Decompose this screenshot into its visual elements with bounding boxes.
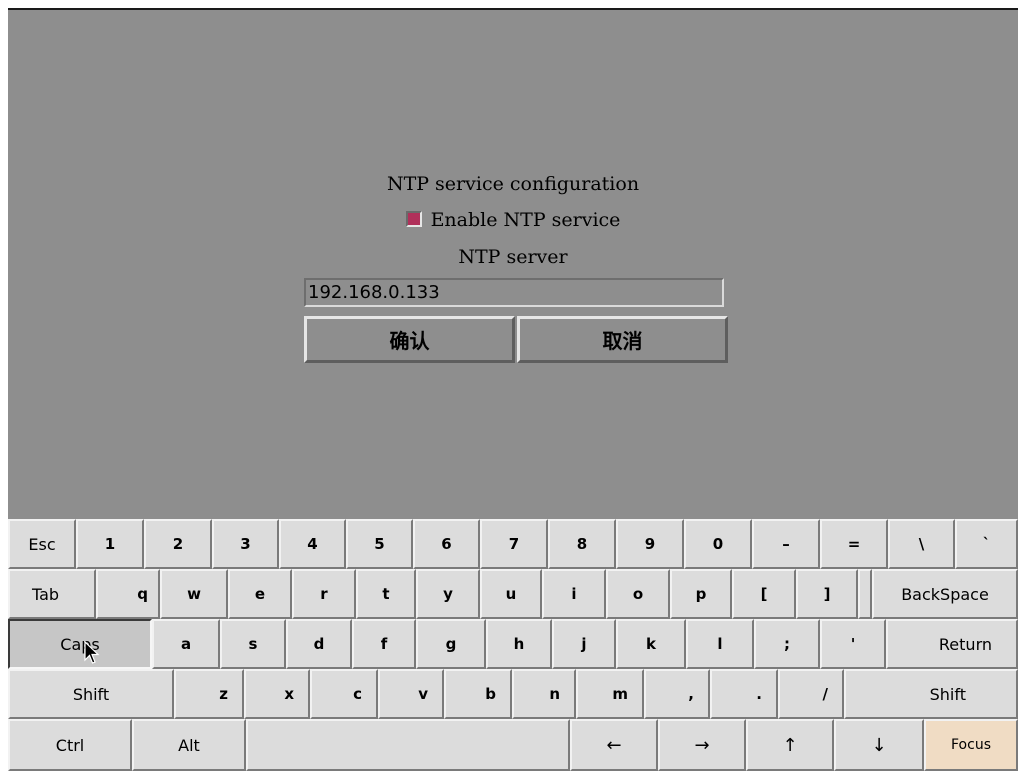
key-p[interactable]: p (670, 569, 732, 619)
key-n[interactable]: n (512, 669, 576, 719)
ntp-server-input[interactable]: 192.168.0.133 (304, 278, 724, 307)
key-q[interactable]: q (96, 569, 160, 619)
key-c[interactable]: c (310, 669, 378, 719)
key-w[interactable]: w (160, 569, 228, 619)
key-x[interactable]: x (244, 669, 310, 719)
cancel-button[interactable]: 取消 (517, 316, 728, 363)
key-d[interactable]: d (286, 619, 352, 669)
key-j[interactable]: j (552, 619, 616, 669)
key-caps[interactable]: Caps (8, 619, 152, 669)
key-t[interactable]: t (356, 569, 416, 619)
key-esc[interactable]: Esc (8, 519, 76, 569)
key-s[interactable]: s (220, 619, 286, 669)
key-period[interactable]: . (710, 669, 778, 719)
on-screen-keyboard: Esc 1 2 3 4 5 6 7 8 9 0 – = \ ` Tab q w … (8, 519, 1018, 771)
mouse-pointer-icon (84, 641, 100, 664)
key-u[interactable]: u (480, 569, 542, 619)
key-quote[interactable]: ' (820, 619, 886, 669)
key-3[interactable]: 3 (212, 519, 279, 569)
key-arrow-right[interactable]: → (658, 719, 746, 771)
key-left-bracket[interactable]: [ (732, 569, 796, 619)
key-arrow-down[interactable]: ↓ (834, 719, 924, 771)
key-backspace[interactable]: BackSpace (872, 569, 1018, 619)
key-f[interactable]: f (352, 619, 416, 669)
key-comma[interactable]: , (644, 669, 710, 719)
key-o[interactable]: o (606, 569, 670, 619)
key-y[interactable]: y (416, 569, 480, 619)
key-backslash[interactable]: \ (888, 519, 955, 569)
key-z[interactable]: z (174, 669, 244, 719)
key-tab[interactable]: Tab (8, 569, 96, 619)
enable-ntp-checkbox[interactable] (405, 211, 422, 227)
key-1[interactable]: 1 (76, 519, 144, 569)
enable-ntp-label: Enable NTP service (430, 209, 621, 231)
key-e[interactable]: e (228, 569, 292, 619)
key-a[interactable]: a (152, 619, 220, 669)
key-backtick[interactable]: ` (955, 519, 1018, 569)
key-9[interactable]: 9 (616, 519, 684, 569)
key-5[interactable]: 5 (346, 519, 413, 569)
key-return[interactable]: Return (886, 619, 1018, 669)
key-minus[interactable]: – (752, 519, 820, 569)
key-shift-left[interactable]: Shift (8, 669, 174, 719)
desktop-area: NTP service configuration Enable NTP ser… (8, 10, 1018, 521)
confirm-button[interactable]: 确认 (304, 316, 515, 363)
key-right-bracket[interactable]: ] (796, 569, 858, 619)
key-arrow-left[interactable]: ← (570, 719, 658, 771)
screen: NTP service configuration Enable NTP ser… (8, 8, 1018, 771)
key-m[interactable]: m (576, 669, 644, 719)
enable-ntp-row[interactable]: Enable NTP service (8, 209, 1018, 231)
key-space[interactable] (246, 719, 570, 771)
key-focus[interactable]: Focus (924, 719, 1018, 771)
key-b[interactable]: b (444, 669, 512, 719)
key-4[interactable]: 4 (279, 519, 346, 569)
key-shift-right[interactable]: Shift (844, 669, 1018, 719)
key-l[interactable]: l (686, 619, 754, 669)
key-slash[interactable]: / (778, 669, 844, 719)
key-i[interactable]: i (542, 569, 606, 619)
key-spacer (858, 569, 872, 619)
key-h[interactable]: h (486, 619, 552, 669)
dialog-title: NTP service configuration (386, 173, 640, 195)
key-equals[interactable]: = (820, 519, 888, 569)
key-k[interactable]: k (616, 619, 686, 669)
key-g[interactable]: g (416, 619, 486, 669)
key-7[interactable]: 7 (480, 519, 548, 569)
key-alt[interactable]: Alt (132, 719, 246, 771)
key-2[interactable]: 2 (144, 519, 212, 569)
key-0[interactable]: 0 (684, 519, 752, 569)
key-8[interactable]: 8 (548, 519, 616, 569)
key-arrow-up[interactable]: ↑ (746, 719, 834, 771)
key-r[interactable]: r (292, 569, 356, 619)
key-v[interactable]: v (378, 669, 444, 719)
ntp-server-label: NTP server (458, 246, 568, 268)
key-6[interactable]: 6 (413, 519, 480, 569)
key-semicolon[interactable]: ; (754, 619, 820, 669)
key-ctrl[interactable]: Ctrl (8, 719, 132, 771)
